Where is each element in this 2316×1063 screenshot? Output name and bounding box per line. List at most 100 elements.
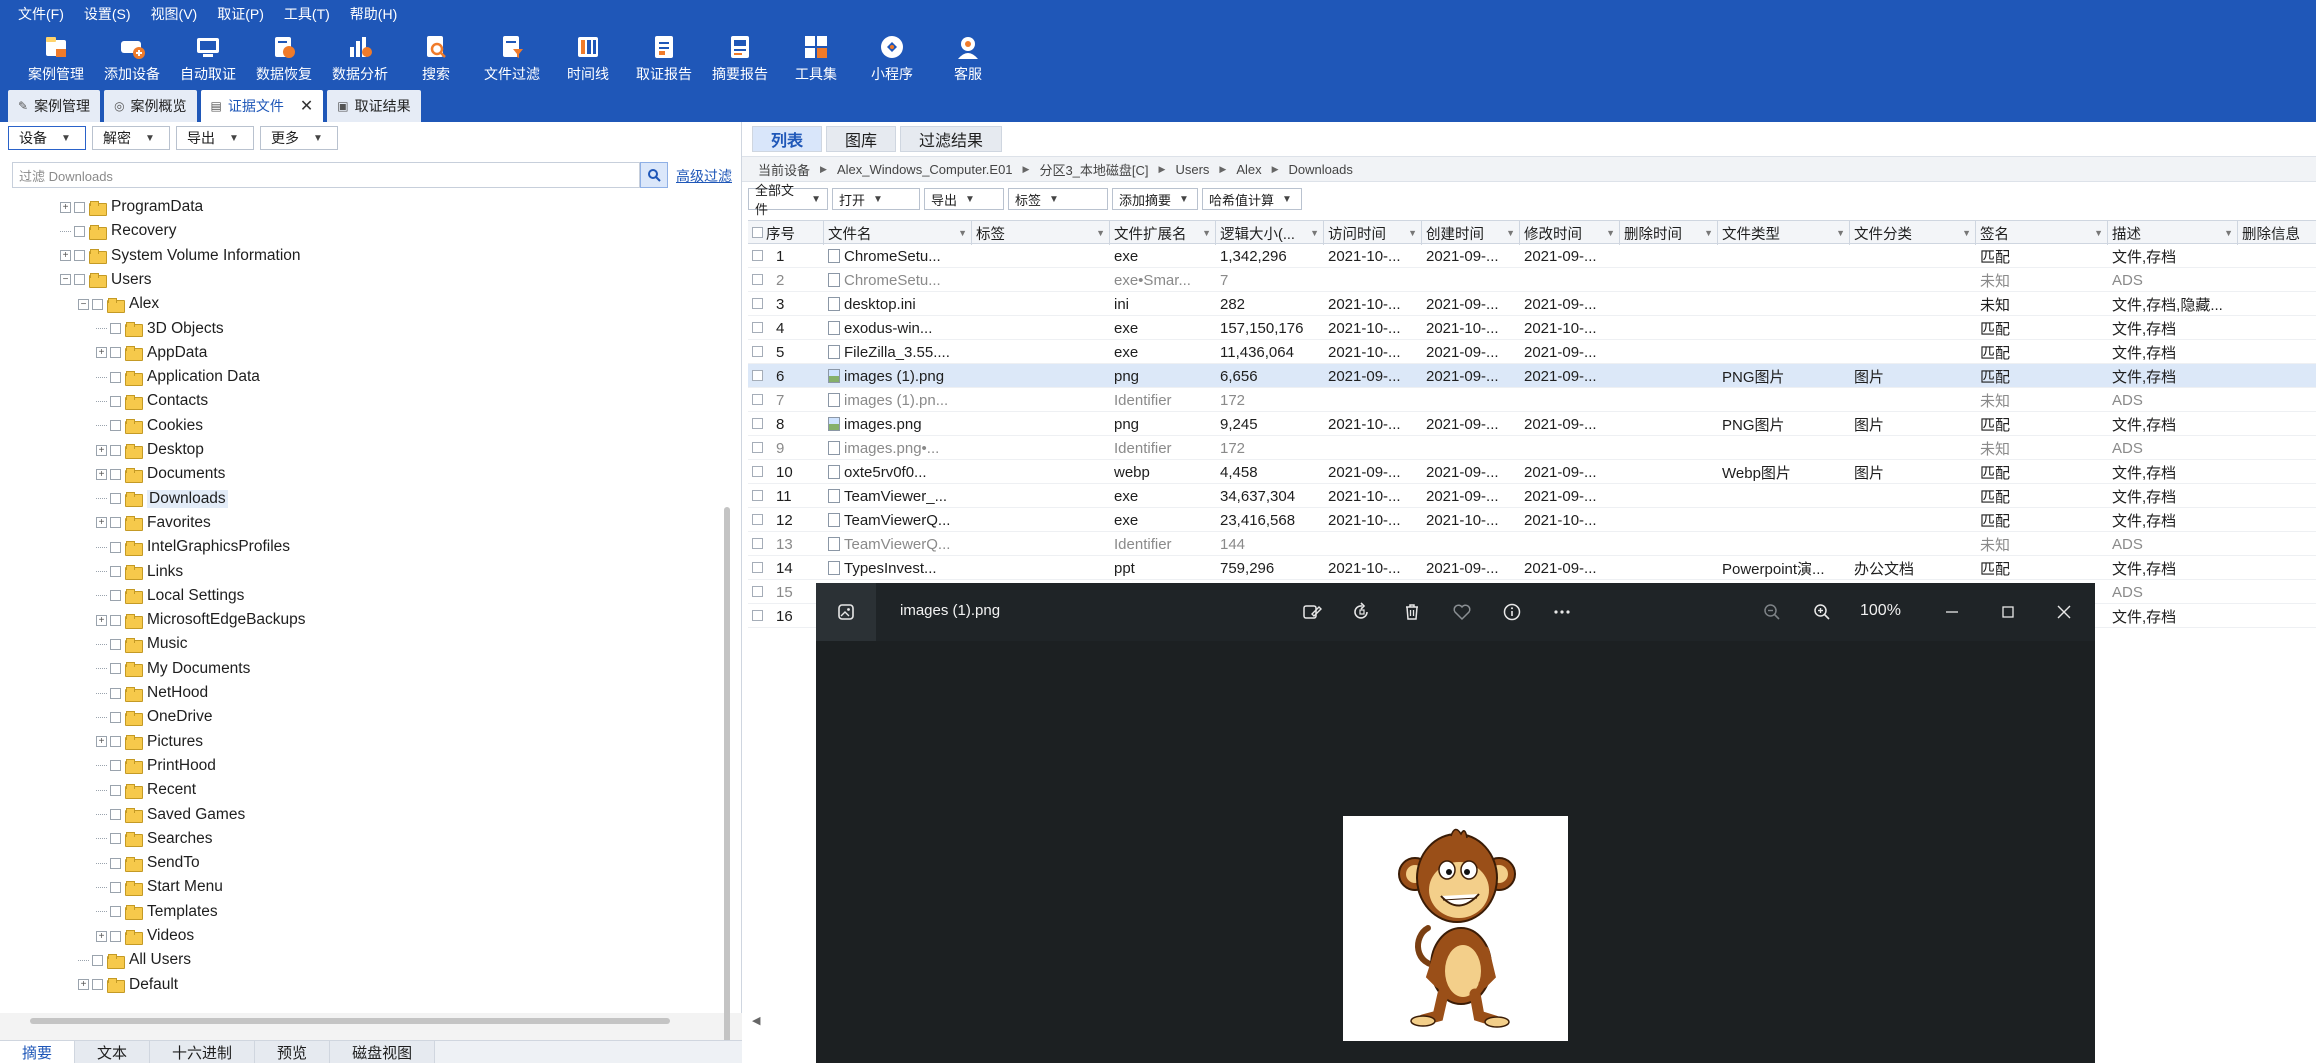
minimize-button[interactable] <box>1940 600 1964 624</box>
tree-node[interactable]: Templates <box>96 901 218 923</box>
filter-icon[interactable]: ▼ <box>2224 228 2233 238</box>
filter-icon[interactable]: ▼ <box>1606 228 1615 238</box>
tree-node[interactable]: Saved Games <box>96 804 245 826</box>
collapse-icon[interactable]: − <box>78 298 89 310</box>
zoom-out-button[interactable] <box>1760 600 1784 624</box>
tree-checkbox[interactable] <box>110 687 121 699</box>
column-header[interactable]: 标签 ▼ <box>972 221 1110 245</box>
tree-node[interactable]: PrintHood <box>96 755 216 777</box>
tree-node[interactable]: My Documents <box>96 658 250 680</box>
row-checkbox[interactable] <box>752 418 763 429</box>
tree-checkbox[interactable] <box>110 371 121 383</box>
column-header[interactable]: 删除时间 ▼ <box>1620 221 1718 245</box>
tree-node[interactable]: OneDrive <box>96 706 212 728</box>
tree-checkbox[interactable] <box>110 881 121 893</box>
breadcrumb-item[interactable]: Users <box>1175 162 1209 177</box>
table-row[interactable]: 6 images (1).png png 6,656 2021-09-... 2021-0… <box>748 364 2316 388</box>
tree-node[interactable]: + System Volume Information <box>60 245 301 267</box>
row-checkbox[interactable] <box>752 586 763 597</box>
detail-tab-1[interactable]: 文本 <box>75 1041 151 1063</box>
close-button[interactable] <box>2052 600 2076 624</box>
column-header[interactable]: 文件名 ▼ <box>824 221 972 245</box>
menu-item-4[interactable]: 工具(T) <box>284 4 330 24</box>
tree-checkbox[interactable] <box>92 954 103 966</box>
tree-node[interactable]: + AppData <box>96 342 207 364</box>
table-row[interactable]: 9 images.png•... Identifier 172 未知 ADS <box>748 436 2316 460</box>
tree-checkbox[interactable] <box>110 784 121 796</box>
table-row[interactable]: 2 ChromeSetu... exe•Smar... 7 未知 ADS <box>748 268 2316 292</box>
tree-node[interactable]: SendTo <box>96 852 200 874</box>
table-row[interactable]: 4 exodus-win... exe 157,150,176 2021-10-... 2… <box>748 316 2316 340</box>
tree-node[interactable]: Music <box>96 633 187 655</box>
expand-icon[interactable]: + <box>60 250 71 262</box>
row-checkbox[interactable] <box>752 466 763 477</box>
tree-node[interactable]: NetHood <box>96 682 208 704</box>
ribbon-case-button[interactable]: 案例管理 <box>18 28 94 88</box>
ribbon-auto-button[interactable]: 自动取证 <box>170 28 246 88</box>
table-tool-dropdown[interactable]: 标签 ▼ <box>1008 188 1108 210</box>
tree-checkbox[interactable] <box>74 225 85 237</box>
tree-checkbox[interactable] <box>110 493 121 505</box>
ribbon-recover-button[interactable]: 数据恢复 <box>246 28 322 88</box>
rotate-button[interactable] <box>1350 600 1374 624</box>
ribbon-filter-button[interactable]: 文件过滤 <box>474 28 550 88</box>
breadcrumb-item[interactable]: Alex <box>1236 162 1261 177</box>
menu-item-2[interactable]: 视图(V) <box>151 4 198 24</box>
filter-icon[interactable]: ▼ <box>1408 228 1417 238</box>
column-header[interactable]: 序号 <box>762 221 824 245</box>
tree-checkbox[interactable] <box>92 979 103 991</box>
tree-checkbox[interactable] <box>74 274 85 286</box>
table-row[interactable]: 8 images.png png 9,245 2021-10-... 2021-09-..… <box>748 412 2316 436</box>
filter-icon[interactable]: ▼ <box>1506 228 1515 238</box>
table-tool-dropdown[interactable]: 哈希值计算 ▼ <box>1202 188 1302 210</box>
more-dropdown[interactable]: 更多 ▼ <box>260 126 338 150</box>
tree-node[interactable]: + ProgramData <box>60 196 203 218</box>
tree-checkbox[interactable] <box>110 663 121 675</box>
expand-icon[interactable]: + <box>96 614 107 626</box>
delete-button[interactable] <box>1400 600 1424 624</box>
tab-gallery[interactable]: 图库 <box>826 126 897 152</box>
tree-node[interactable]: + Favorites <box>96 512 211 534</box>
tree-node[interactable]: 3D Objects <box>96 318 224 340</box>
table-row[interactable]: 1 ChromeSetu... exe 1,342,296 2021-10-... 202… <box>748 244 2316 268</box>
device-dropdown[interactable]: 设备 ▼ <box>8 126 86 150</box>
tree-checkbox[interactable] <box>92 298 103 310</box>
ribbon-summary-button[interactable]: 摘要报告 <box>702 28 778 88</box>
tree-checkbox[interactable] <box>74 250 85 262</box>
detail-tab-2[interactable]: 十六进制 <box>150 1041 256 1063</box>
table-row[interactable]: 13 TeamViewerQ... Identifier 144 未知 ADS <box>748 532 2316 556</box>
collapse-icon[interactable]: − <box>60 274 71 286</box>
row-checkbox[interactable] <box>752 370 763 381</box>
expand-icon[interactable]: + <box>60 201 71 213</box>
filter-icon[interactable]: ▼ <box>1704 228 1713 238</box>
table-row[interactable]: 7 images (1).pn... Identifier 172 未知 ADS <box>748 388 2316 412</box>
tree-node[interactable]: + Default <box>78 974 178 996</box>
close-icon[interactable]: ✕ <box>300 96 313 116</box>
column-header[interactable]: 文件分类 ▼ <box>1850 221 1976 245</box>
tree-node[interactable]: Contacts <box>96 390 208 412</box>
filter-icon[interactable]: ▼ <box>1962 228 1971 238</box>
ribbon-search-button[interactable]: 搜索 <box>398 28 474 88</box>
edit-image-button[interactable] <box>1300 600 1324 624</box>
row-checkbox[interactable] <box>752 274 763 285</box>
menu-item-5[interactable]: 帮助(H) <box>350 4 397 24</box>
tree-checkbox[interactable] <box>110 614 121 626</box>
scroll-left-icon[interactable]: ◀ <box>752 1014 760 1027</box>
tree-checkbox[interactable] <box>110 638 121 650</box>
tree-checkbox[interactable] <box>110 395 121 407</box>
breadcrumb-item[interactable]: 分区3_本地磁盘[C] <box>1039 160 1148 179</box>
tree-checkbox[interactable] <box>110 590 121 602</box>
menu-item-0[interactable]: 文件(F) <box>18 4 64 24</box>
menu-item-3[interactable]: 取证(P) <box>217 4 264 24</box>
breadcrumb-item[interactable]: Alex_Windows_Computer.E01 <box>837 162 1013 177</box>
expand-icon[interactable]: + <box>96 517 107 529</box>
ribbon-service-button[interactable]: 客服 <box>930 28 1006 88</box>
tree-node[interactable]: + MicrosoftEdgeBackups <box>96 609 306 631</box>
tab-list[interactable]: 列表 <box>752 126 823 152</box>
tree-node[interactable]: + Desktop <box>96 439 204 461</box>
column-header[interactable]: 创建时间 ▼ <box>1422 221 1520 245</box>
detail-tab-3[interactable]: 预览 <box>255 1041 331 1063</box>
filter-icon[interactable]: ▼ <box>1836 228 1845 238</box>
table-row[interactable]: 11 TeamViewer_... exe 34,637,304 2021-10-...… <box>748 484 2316 508</box>
row-checkbox[interactable] <box>752 514 763 525</box>
